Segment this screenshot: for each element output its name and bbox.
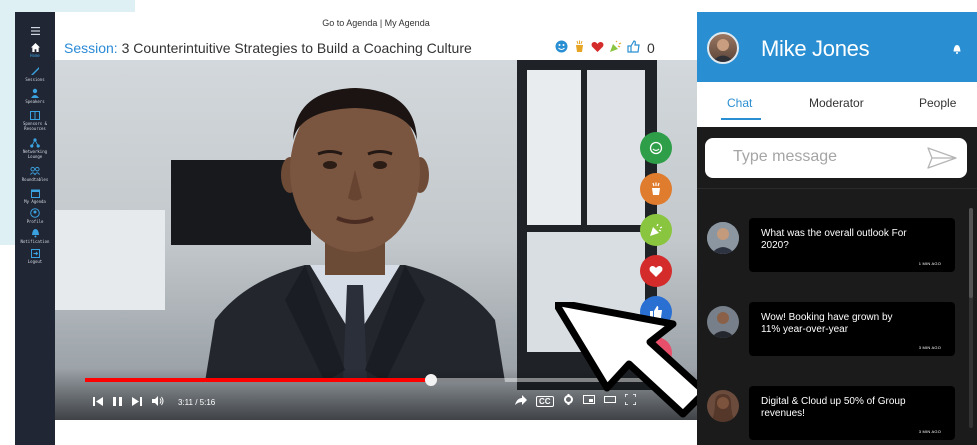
main-content: Go to Agenda | My Agenda Session: 3 Coun… <box>55 12 697 445</box>
avatar <box>707 32 739 64</box>
message-bubble: Digital & Cloud up 50% of Group revenues… <box>749 386 955 440</box>
previous-icon[interactable] <box>93 396 103 409</box>
clap-icon[interactable] <box>573 40 586 56</box>
thumbs-up-icon[interactable] <box>627 40 640 56</box>
page: Home Sessions Speakers Sponsors & Resour… <box>0 0 977 445</box>
sidebar-item-networking[interactable]: Networking Lounge <box>15 138 55 159</box>
agenda-icon <box>30 188 40 198</box>
sponsors-icon <box>30 110 40 120</box>
logout-icon <box>30 248 40 258</box>
reaction-summary: 0 <box>555 40 655 56</box>
active-tab-indicator <box>721 118 761 120</box>
celebrate-reaction-button[interactable] <box>640 214 672 246</box>
top-navigation: Go to Agenda | My Agenda <box>55 18 697 28</box>
nav-separator: | <box>377 18 385 28</box>
chat-scroll-thumb[interactable] <box>969 208 973 298</box>
next-icon[interactable] <box>132 396 142 409</box>
divider <box>697 188 977 189</box>
message-composer <box>705 138 967 178</box>
playback-time: 3:11 / 5:16 <box>178 398 216 407</box>
sidebar: Home Sessions Speakers Sponsors & Resour… <box>15 12 55 445</box>
sidebar-item-menu[interactable] <box>15 26 55 36</box>
speakers-icon <box>30 88 40 98</box>
chat-scrollbar[interactable] <box>969 208 973 428</box>
progress-fill <box>85 378 431 382</box>
avatar <box>707 390 739 422</box>
sidebar-item-profile[interactable]: Profile <box>15 208 55 224</box>
message-bubble: Wow! Booking have grown by 11% year-over… <box>749 302 955 356</box>
sidebar-item-label: Notification <box>20 239 50 244</box>
sessions-icon <box>30 66 40 76</box>
chat-panel: Mike Jones Chat Moderator People What wa… <box>697 12 977 445</box>
session-prefix: Session: <box>64 40 118 56</box>
message-time: 1 MIN AGO <box>918 261 941 266</box>
message-text: Digital & Cloud up 50% of Group revenues… <box>761 396 906 419</box>
sidebar-item-label: Sessions <box>25 77 45 82</box>
message-text: What was the overall outlook For 2020? <box>761 228 907 251</box>
sidebar-item-label: My Agenda <box>24 199 46 204</box>
background-shelf <box>55 210 165 310</box>
sidebar-item-label: Networking Lounge <box>22 149 48 159</box>
tab-chat[interactable]: Chat <box>727 96 752 110</box>
chat-tabs: Chat Moderator People <box>697 82 977 127</box>
sidebar-item-speakers[interactable]: Speakers <box>15 88 55 104</box>
message-time: 3 MIN AGO <box>918 345 941 350</box>
pause-icon[interactable] <box>113 396 122 409</box>
notification-bell-icon[interactable] <box>953 44 961 57</box>
sidebar-item-roundtables[interactable]: Roundtables <box>15 166 55 182</box>
sidebar-item-label: Logout <box>27 259 43 264</box>
sidebar-item-label: Speakers <box>25 99 45 104</box>
mouse-cursor-icon <box>555 302 697 418</box>
go-to-agenda-link[interactable]: Go to Agenda <box>322 18 377 28</box>
profile-icon <box>30 208 40 218</box>
sidebar-item-sponsors[interactable]: Sponsors & Resources <box>15 110 55 131</box>
notification-icon <box>30 228 40 238</box>
smile-icon[interactable] <box>555 40 568 56</box>
avatar <box>707 222 739 254</box>
networking-icon <box>30 138 40 148</box>
progress-handle[interactable] <box>424 374 437 386</box>
message-bubble: What was the overall outlook For 2020? 1… <box>749 218 955 272</box>
sidebar-item-my-agenda[interactable]: My Agenda <box>15 188 55 204</box>
speaker-video-image <box>205 88 505 382</box>
send-icon[interactable] <box>927 147 957 174</box>
menu-icon <box>30 26 40 36</box>
message-text: Wow! Booking have grown by 11% year-over… <box>761 312 893 335</box>
sidebar-item-home[interactable]: Home <box>15 42 55 58</box>
background-window-pane <box>527 70 581 225</box>
session-title: Session: 3 Counterintuitive Strategies t… <box>64 40 472 56</box>
avatar <box>707 306 739 338</box>
clap-reaction-button[interactable] <box>640 173 672 205</box>
my-agenda-link[interactable]: My Agenda <box>385 18 430 28</box>
message-time: 3 MIN AGO <box>918 429 941 434</box>
share-icon[interactable] <box>515 394 527 408</box>
tab-moderator[interactable]: Moderator <box>809 96 864 110</box>
sidebar-item-label: Home <box>30 53 40 58</box>
tab-people[interactable]: People <box>919 96 956 110</box>
smile-reaction-button[interactable] <box>640 132 672 164</box>
heart-icon[interactable] <box>591 41 604 56</box>
player-left-controls: 3:11 / 5:16 <box>93 396 215 409</box>
sidebar-item-label: Profile <box>26 219 44 224</box>
user-name: Mike Jones <box>761 36 870 61</box>
sidebar-item-notification[interactable]: Notification <box>15 228 55 244</box>
volume-icon[interactable] <box>152 396 164 409</box>
sidebar-item-logout[interactable]: Logout <box>15 248 55 264</box>
chat-header: Mike Jones <box>697 12 977 82</box>
background-window-pane <box>587 70 645 225</box>
roundtables-icon <box>30 166 40 176</box>
heart-reaction-button[interactable] <box>640 255 672 287</box>
session-name: 3 Counterintuitive Strategies to Build a… <box>117 40 472 56</box>
sidebar-item-label: Roundtables <box>21 177 49 182</box>
home-icon <box>30 42 40 52</box>
message-input[interactable] <box>733 148 913 166</box>
sidebar-item-label: Sponsors & Resources <box>22 121 48 131</box>
celebrate-icon[interactable] <box>609 40 622 56</box>
reaction-count: 0 <box>647 40 655 56</box>
sidebar-item-sessions[interactable]: Sessions <box>15 66 55 82</box>
captions-button[interactable]: CC <box>536 395 554 407</box>
